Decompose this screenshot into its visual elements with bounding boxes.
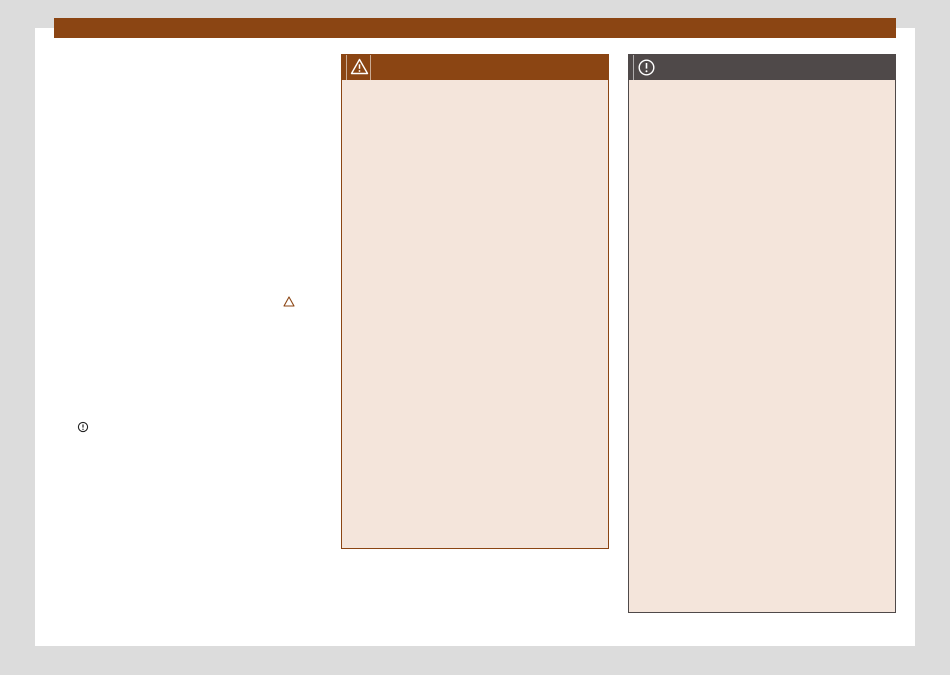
warning-icon-cell [346,55,371,80]
warning-box [341,54,609,549]
notice-box [628,54,896,613]
warning-box-header [342,55,608,80]
header-bar [54,18,896,38]
warning-triangle-icon [350,58,369,75]
notice-circle-icon [77,421,89,433]
notice-circle-icon [638,59,655,76]
warning-triangle-icon [283,296,295,307]
notice-icon-cell [633,55,658,80]
notice-box-header [629,55,895,80]
